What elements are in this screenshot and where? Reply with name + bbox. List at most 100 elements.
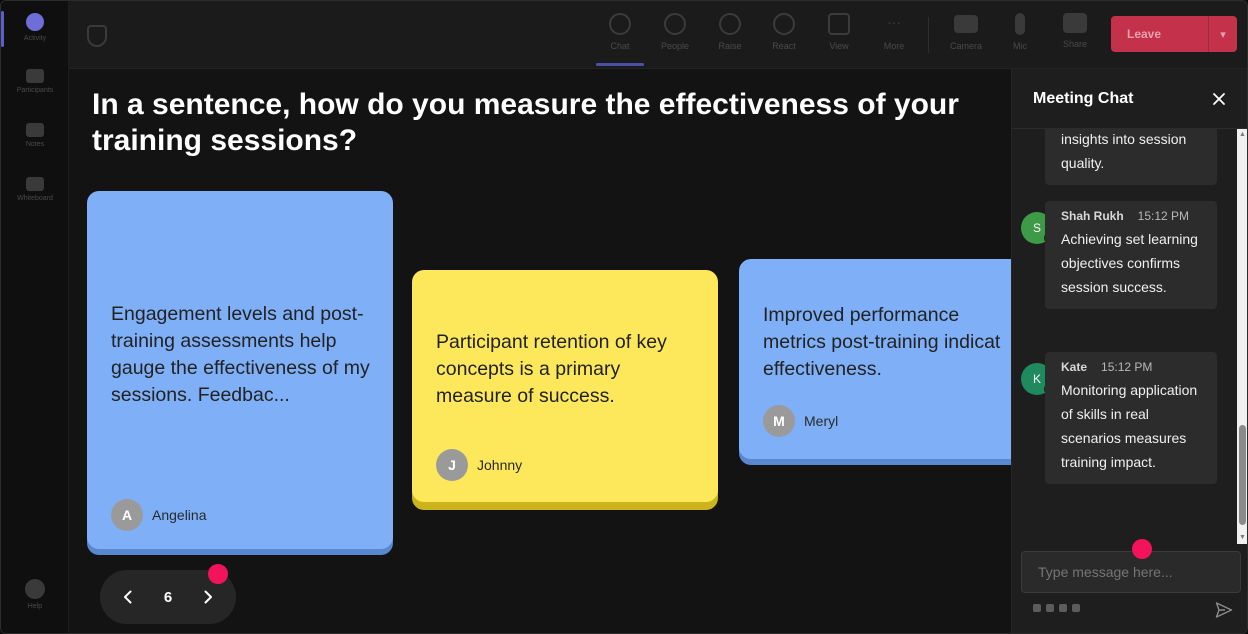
author-name: Meryl: [804, 413, 839, 429]
rail-item-label: Whiteboard: [17, 195, 53, 202]
toolbar-more-button[interactable]: ··· More: [870, 13, 918, 51]
toolbar-react-button[interactable]: React: [760, 13, 808, 51]
shield-icon: [87, 25, 107, 47]
whiteboard-icon: [26, 177, 44, 191]
smile-icon: [773, 13, 795, 35]
toolbar-share-button[interactable]: Share: [1051, 13, 1099, 49]
chat-title: Meeting Chat: [1033, 90, 1134, 107]
response-card[interactable]: Improved performance metrics post-traini…: [739, 259, 1011, 459]
page-number: 6: [163, 588, 173, 606]
rail-item-whiteboard[interactable]: Whiteboard: [7, 177, 63, 223]
chat-icon: [609, 13, 631, 35]
toolbar-divider: [928, 17, 929, 53]
chat-message: insights into session quality.: [1045, 129, 1217, 185]
message-meta: Shah Rukh 15:12 PM: [1061, 209, 1201, 223]
message-meta: Kate 15:12 PM: [1061, 360, 1201, 374]
scroll-up-icon[interactable]: ▲: [1237, 129, 1247, 141]
toolbar-raise-button[interactable]: Raise: [706, 13, 754, 51]
response-author: J Johnny: [436, 449, 522, 481]
toolbar-label: Mic: [1013, 41, 1027, 51]
toolbar-people-button[interactable]: People: [651, 13, 699, 51]
share-icon: [1063, 13, 1087, 33]
avatar: A: [111, 499, 143, 531]
toolbar-chat-button[interactable]: Chat: [596, 13, 644, 66]
more-icon: ···: [887, 14, 901, 30]
response-author: A Angelina: [111, 499, 207, 531]
message-text: Monitoring application of skills in real…: [1061, 382, 1198, 470]
toolbar-label: React: [772, 41, 796, 51]
attach-icon[interactable]: [1046, 604, 1054, 612]
participants-icon: [26, 69, 44, 83]
rail-item-label: Participants: [16, 87, 54, 94]
chat-message: Shah Rukh 15:12 PM Achieving set learnin…: [1045, 201, 1217, 309]
rail-item-label: Activity: [23, 35, 47, 42]
toolbar-view-button[interactable]: View: [815, 13, 863, 51]
chevron-down-icon[interactable]: ▾: [1209, 28, 1237, 41]
sender-name: Shah Rukh: [1061, 209, 1124, 223]
response-text: Participant retention of key concepts is…: [436, 331, 667, 407]
leave-label: Leave: [1127, 27, 1162, 41]
toolbar-label: View: [829, 41, 849, 51]
avatar: J: [436, 449, 468, 481]
author-name: Johnny: [477, 457, 523, 473]
people-icon: [664, 13, 686, 35]
response-author: M Meryl: [763, 405, 838, 437]
rail-item-participants[interactable]: Participants: [7, 69, 63, 115]
emoji-icon[interactable]: [1059, 604, 1067, 612]
send-button[interactable]: [1215, 601, 1233, 619]
avatar-initial: S: [1032, 221, 1041, 235]
sender-name: Kate: [1061, 360, 1088, 374]
chat-message-input[interactable]: [1021, 551, 1241, 593]
response-text: Improved performance metrics post-traini…: [763, 304, 1001, 380]
leave-button[interactable]: Leave ▾: [1111, 16, 1237, 52]
help-icon: [25, 579, 45, 599]
toolbar-label: Share: [1062, 39, 1088, 49]
gif-icon[interactable]: [1072, 604, 1080, 612]
message-time: 15:12 PM: [1137, 209, 1190, 223]
author-name: Angelina: [152, 507, 207, 523]
rail-item-notes[interactable]: Notes: [7, 123, 63, 169]
rail-item-label: Help: [27, 603, 43, 610]
notes-icon: [26, 123, 44, 137]
toolbar-mic-button[interactable]: Mic: [996, 13, 1044, 51]
message-text: Achieving set learning objectives confir…: [1061, 231, 1198, 295]
chat-message: Kate 15:12 PM Monitoring application of …: [1045, 352, 1217, 484]
scrollbar-thumb[interactable]: [1239, 425, 1246, 525]
scroll-down-icon[interactable]: ▼: [1237, 532, 1247, 544]
previous-button[interactable]: [120, 589, 136, 605]
toolbar-camera-button[interactable]: Camera: [942, 13, 990, 51]
rail-item-help[interactable]: Help: [7, 579, 63, 625]
chat-header: Meeting Chat: [1012, 69, 1247, 129]
meeting-window: Activity Participants Notes Whiteboard H…: [0, 0, 1248, 634]
rail-item-activity[interactable]: Activity: [7, 13, 63, 59]
activity-icon: [26, 13, 44, 31]
response-text: Engagement levels and post-training asse…: [111, 303, 370, 406]
format-icon[interactable]: [1033, 604, 1041, 612]
format-toolbar: [1033, 604, 1080, 612]
toolbar-label: People: [660, 41, 690, 51]
toolbar-label: Chat: [610, 41, 630, 51]
avatar: M: [763, 405, 795, 437]
activity-stage: In a sentence, how do you measure the ef…: [69, 69, 1011, 633]
left-rail: Activity Participants Notes Whiteboard H…: [1, 1, 69, 633]
pointer-marker: [208, 564, 228, 584]
response-card[interactable]: Participant retention of key concepts is…: [412, 270, 718, 502]
chevron-left-icon: [124, 590, 132, 604]
chat-scrollbar[interactable]: ▲ ▼: [1237, 129, 1247, 544]
chat-message-list[interactable]: insights into session quality. S Shah Ru…: [1012, 129, 1247, 544]
close-icon: [1213, 93, 1225, 105]
hand-icon: [719, 13, 741, 35]
message-time: 15:12 PM: [1101, 360, 1153, 374]
chevron-right-icon: [204, 590, 212, 604]
rail-item-label: Notes: [25, 141, 45, 148]
toolbar-label: Raise: [718, 41, 742, 51]
camera-icon: [954, 15, 978, 33]
meeting-toolbar: Chat People Raise React View ··· More Ca…: [69, 1, 1247, 69]
send-icon: [1215, 602, 1233, 618]
response-card[interactable]: Engagement levels and post-training asse…: [87, 191, 393, 549]
toolbar-label: More: [883, 41, 905, 51]
next-button[interactable]: [200, 589, 216, 605]
question-title: In a sentence, how do you measure the ef…: [92, 88, 959, 157]
avatar-initial: K: [1032, 372, 1041, 386]
close-button[interactable]: [1211, 91, 1227, 107]
